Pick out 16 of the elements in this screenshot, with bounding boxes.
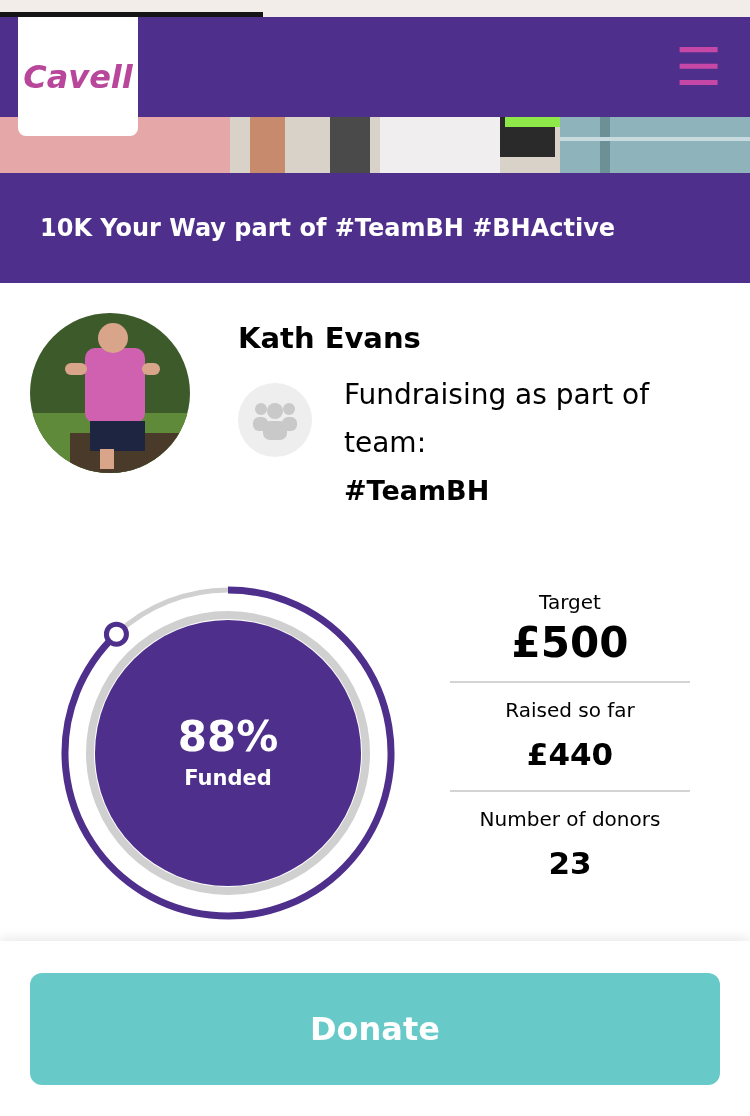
logo: Cavell bbox=[23, 56, 133, 98]
logo-card[interactable]: Cavell bbox=[18, 17, 138, 136]
donate-button[interactable]: Donate bbox=[30, 973, 720, 1085]
stat-value: £500 bbox=[511, 616, 629, 669]
funded-caption: Funded bbox=[184, 765, 272, 792]
fundraiser-name: Kath Evans bbox=[238, 320, 422, 357]
stat-label: Raised so far bbox=[505, 697, 635, 724]
team-description: Fundraising as part of team: bbox=[344, 376, 651, 461]
stat-value: 23 bbox=[548, 843, 592, 883]
team-name: #TeamBH bbox=[344, 473, 491, 508]
stat-label: Target bbox=[539, 588, 601, 616]
stat-value: £440 bbox=[526, 735, 614, 774]
stat-label: Number of donors bbox=[479, 805, 661, 833]
progress-handle bbox=[103, 621, 129, 647]
percent-funded: 88% bbox=[177, 710, 279, 763]
campaign-title: 10K Your Way part of #TeamBH #BHActive bbox=[40, 213, 616, 244]
